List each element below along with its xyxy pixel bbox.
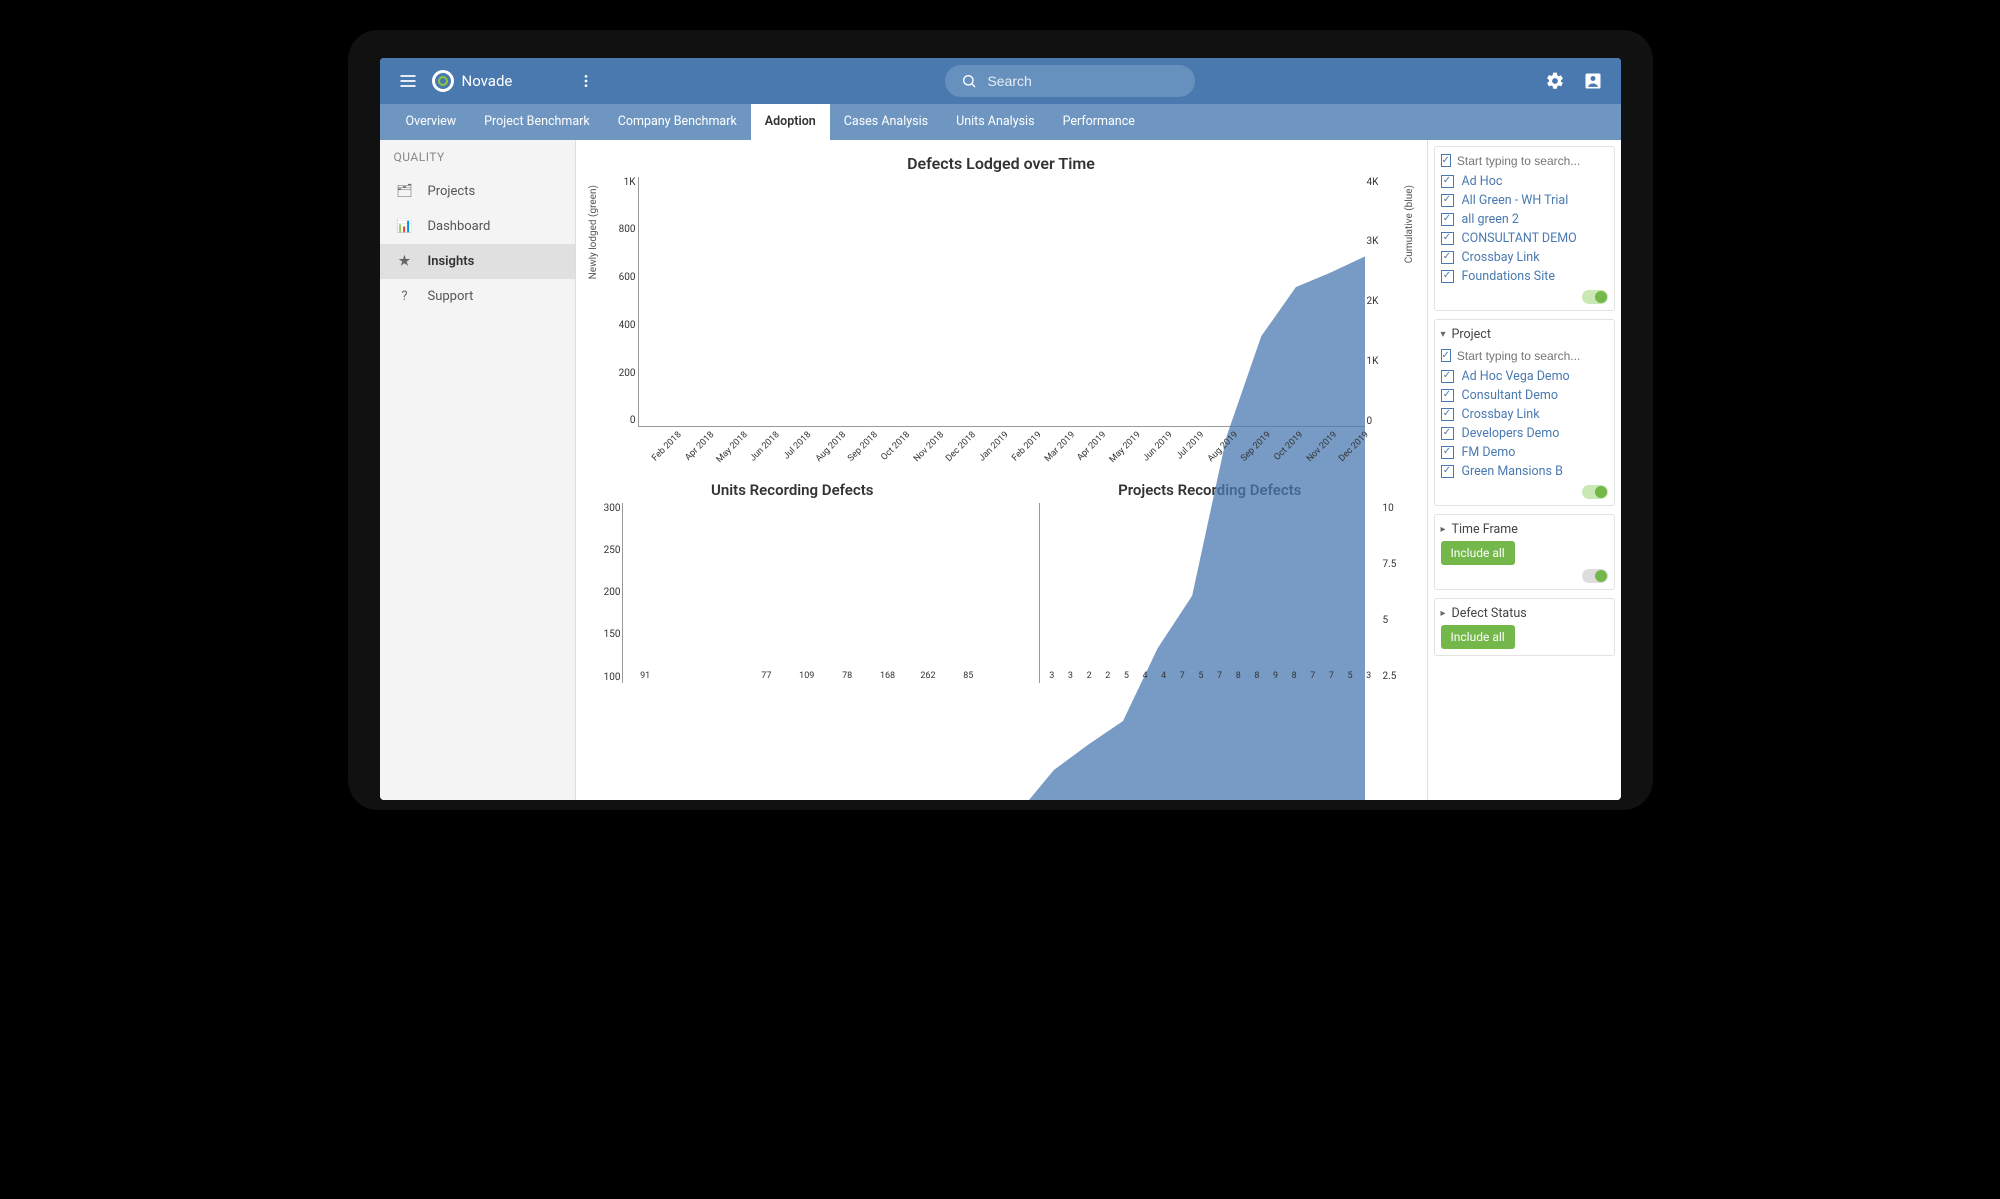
checkbox-icon[interactable]: ✓	[1441, 370, 1454, 383]
filter-item[interactable]: ✓All Green - WH Trial	[1441, 191, 1608, 210]
checkbox-icon[interactable]: ✓	[1441, 270, 1454, 283]
filter-project: ▾ Project ✓ ✓Ad Hoc Vega Demo✓Consultant…	[1434, 319, 1615, 506]
company-search-input[interactable]	[1457, 154, 1612, 168]
tab-overview[interactable]: Overview	[392, 104, 471, 140]
checkbox-icon[interactable]: ✓	[1441, 154, 1451, 167]
chevron-down-icon[interactable]: ▾	[1441, 329, 1446, 340]
chevron-right-icon[interactable]: ▸	[1441, 608, 1446, 619]
sidebar-section: QUALITY	[380, 140, 575, 174]
filter-item[interactable]: ✓Crossbay Link	[1441, 248, 1608, 267]
filter-company: ✓ ✓Ad Hoc✓All Green - WH Trial✓all green…	[1434, 146, 1615, 311]
chip-include-all[interactable]: Include all	[1441, 625, 1515, 649]
projects-icon: 🗂	[396, 184, 414, 199]
filter-item[interactable]: ✓all green 2	[1441, 210, 1608, 229]
filter-item[interactable]: ✓Green Mansions B	[1441, 462, 1608, 481]
filter-item[interactable]: ✓Ad Hoc	[1441, 172, 1608, 191]
sidebar-item-support[interactable]: ?Support	[380, 279, 575, 314]
more-icon[interactable]	[572, 67, 600, 95]
toggle[interactable]	[1582, 485, 1608, 499]
checkbox-icon[interactable]: ✓	[1441, 232, 1454, 245]
filter-item[interactable]: ✓Developers Demo	[1441, 424, 1608, 443]
checkbox-icon[interactable]: ✓	[1441, 446, 1454, 459]
checkbox-icon[interactable]: ✓	[1441, 408, 1454, 421]
tab-units-analysis[interactable]: Units Analysis	[942, 104, 1048, 140]
dashboard-icon: 📊	[396, 219, 414, 234]
tab-company-benchmark[interactable]: Company Benchmark	[604, 104, 751, 140]
gear-icon[interactable]	[1541, 67, 1569, 95]
chart-projects-recording: Projects Recording Defects 107.552.5 332…	[1011, 481, 1409, 691]
project-search-input[interactable]	[1457, 349, 1612, 363]
checkbox-icon[interactable]: ✓	[1441, 349, 1451, 362]
tab-performance[interactable]: Performance	[1049, 104, 1149, 140]
filter-defect-status: ▸ Defect Status Include all	[1434, 598, 1615, 656]
checkbox-icon[interactable]: ✓	[1441, 194, 1454, 207]
filter-item[interactable]: ✓Consultant Demo	[1441, 386, 1608, 405]
logo-icon	[432, 70, 454, 92]
chevron-right-icon[interactable]: ▸	[1441, 524, 1446, 535]
tab-adoption[interactable]: Adoption	[751, 104, 830, 140]
tab-project-benchmark[interactable]: Project Benchmark	[470, 104, 604, 140]
checkbox-icon[interactable]: ✓	[1441, 465, 1454, 478]
filter-timeframe-label: Time Frame	[1452, 522, 1518, 537]
sidebar-item-projects[interactable]: 🗂Projects	[380, 174, 575, 209]
tab-cases-analysis[interactable]: Cases Analysis	[830, 104, 942, 140]
filter-item[interactable]: ✓Crossbay Link	[1441, 405, 1608, 424]
chip-include-all[interactable]: Include all	[1441, 541, 1515, 565]
chart1-title: Defects Lodged over Time	[594, 154, 1409, 173]
account-icon[interactable]	[1579, 67, 1607, 95]
checkbox-icon[interactable]: ✓	[1441, 213, 1454, 226]
filter-item[interactable]: ✓Ad Hoc Vega Demo	[1441, 367, 1608, 386]
filter-item[interactable]: ✓CONSULTANT DEMO	[1441, 229, 1608, 248]
filter-item[interactable]: ✓FM Demo	[1441, 443, 1608, 462]
filter-timeframe: ▸ Time Frame Include all	[1434, 514, 1615, 590]
filter-defect-status-label: Defect Status	[1452, 606, 1527, 621]
filter-project-label: Project	[1452, 327, 1491, 342]
sidebar-item-insights[interactable]: ★Insights	[380, 244, 575, 279]
hamburger-icon[interactable]	[394, 67, 422, 95]
checkbox-icon[interactable]: ✓	[1441, 427, 1454, 440]
brand-logo: Novade	[432, 70, 513, 92]
chart-defects-over-time: Newly lodged (green) Cumulative (blue) 1…	[594, 177, 1409, 467]
chart-units-recording: Units Recording Defects 300250200150100 …	[594, 481, 992, 691]
toggle[interactable]	[1582, 290, 1608, 304]
search-icon	[961, 73, 977, 89]
checkbox-icon[interactable]: ✓	[1441, 389, 1454, 402]
checkbox-icon[interactable]: ✓	[1441, 251, 1454, 264]
search-input[interactable]	[987, 73, 1179, 89]
toggle[interactable]	[1582, 569, 1608, 583]
checkbox-icon[interactable]: ✓	[1441, 175, 1454, 188]
filter-item[interactable]: ✓Foundations Site	[1441, 267, 1608, 286]
support-icon: ?	[396, 289, 414, 304]
insights-icon: ★	[396, 254, 414, 269]
brand-name: Novade	[462, 72, 513, 90]
sidebar-item-dashboard[interactable]: 📊Dashboard	[380, 209, 575, 244]
search-box[interactable]	[945, 65, 1195, 97]
